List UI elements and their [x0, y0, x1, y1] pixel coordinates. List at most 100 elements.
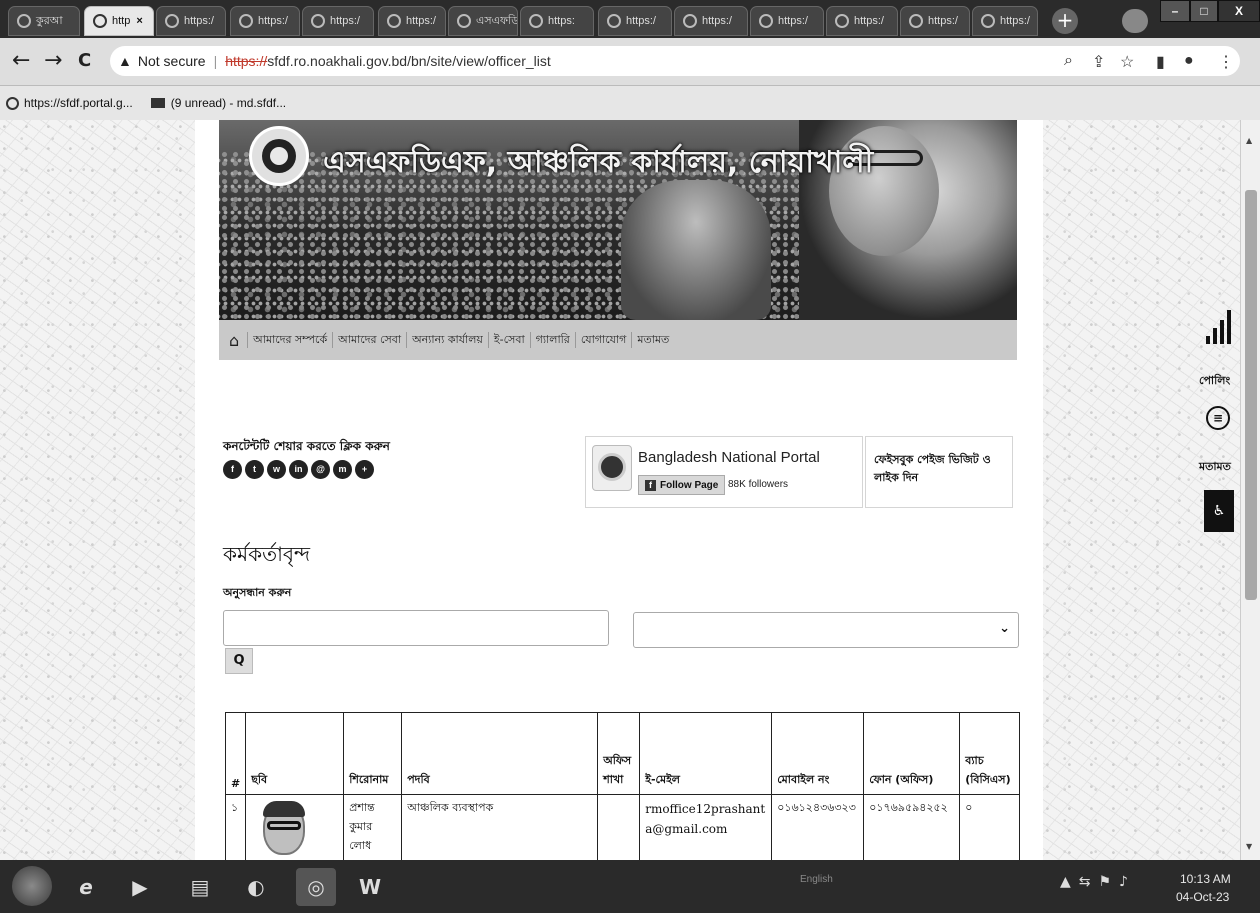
browser-tab[interactable]: এসএফডি	[448, 6, 518, 36]
portal-name-link[interactable]: Bangladesh National Portal	[638, 449, 820, 466]
feedback-icon[interactable]: ≡	[1206, 406, 1230, 430]
twitter-share-icon[interactable]: t	[245, 460, 264, 479]
browser-tab[interactable]: https:/	[826, 6, 898, 36]
officer-photo[interactable]	[251, 799, 317, 860]
poll-label[interactable]: পোলিং	[1199, 372, 1230, 391]
word-icon[interactable]: W	[350, 868, 390, 906]
facebook-share-icon[interactable]: f	[223, 460, 242, 479]
nav-other-offices[interactable]: অন্যান্য কার্যালয়	[406, 332, 488, 348]
browser-tab[interactable]: https:/	[750, 6, 824, 36]
messenger-share-icon[interactable]: m	[333, 460, 352, 479]
tab-label: কুরআ	[36, 14, 63, 27]
new-tab-button[interactable]: +	[1052, 8, 1078, 34]
nav-feedback[interactable]: মতামত	[631, 332, 674, 348]
col-header-mobile: মোবাইল নং	[771, 712, 865, 795]
bookmark-portal[interactable]: https://sfdf.portal.g...	[6, 96, 133, 110]
scroll-down-arrow-icon[interactable]: ▼	[1246, 842, 1252, 851]
search-input[interactable]	[223, 610, 609, 646]
share-page-icon[interactable]: ⇪	[1092, 52, 1105, 72]
nav-about[interactable]: আমাদের সম্পর্কে	[247, 332, 332, 348]
clock-date[interactable]: 04-Oct-23	[1176, 890, 1229, 904]
whatsapp-share-icon[interactable]: w	[267, 460, 286, 479]
chevron-down-icon: ⌄	[999, 621, 1010, 636]
bookmark-mail[interactable]: (9 unread) - md.sfdf...	[150, 96, 287, 110]
portal-logo[interactable]	[592, 445, 632, 491]
search-button[interactable]: Q	[225, 648, 253, 674]
windows-taskbar: e ▶ ▤ ◐ ◎ W English ▲⇆⚑♪ 10:13 AM 04-Oct…	[0, 860, 1260, 913]
poll-chart-icon[interactable]	[1206, 310, 1234, 344]
tab-close-icon[interactable]: ×	[136, 15, 142, 27]
start-button[interactable]	[12, 866, 52, 906]
browser-tab[interactable]: https:/	[674, 6, 748, 36]
facebook-icon: f	[645, 479, 656, 491]
nav-e-services[interactable]: ই-সেবা	[487, 332, 530, 348]
browser-tab[interactable]: কুরআ	[8, 6, 80, 36]
forward-button[interactable]: →	[44, 50, 62, 72]
profile-button[interactable]	[1122, 9, 1148, 33]
more-share-icon[interactable]: +	[355, 460, 374, 479]
browser-tab[interactable]: http ×	[84, 6, 154, 36]
browser-tab[interactable]: https:/	[378, 6, 446, 36]
page-scrollbar[interactable]: ▲ ▼	[1240, 120, 1260, 860]
filter-select[interactable]: ⌄	[633, 612, 1019, 648]
email-link[interactable]: rmoffice12prashanta@gmail.com	[645, 799, 765, 839]
tab-favicon-icon	[239, 14, 253, 28]
sidebar-icon[interactable]: ▮	[1156, 52, 1165, 72]
maximize-button[interactable]: □	[1190, 0, 1218, 22]
tab-favicon-icon	[981, 14, 995, 28]
cell-index: ১	[224, 794, 247, 860]
tab-favicon-icon	[759, 14, 773, 28]
tab-label: https:/	[1000, 15, 1030, 27]
reload-button[interactable]: C	[78, 50, 91, 72]
tab-favicon-icon	[93, 14, 107, 28]
chrome-taskbar-icon[interactable]: ◎	[296, 868, 336, 906]
col-header-name: শিরোনাম	[343, 712, 403, 795]
browser-tab[interactable]: https:/	[598, 6, 672, 36]
browser-tab[interactable]: https:/	[972, 6, 1038, 36]
browser-tab[interactable]: https:/	[230, 6, 300, 36]
browser-tab[interactable]: https:/	[156, 6, 226, 36]
feedback-label[interactable]: মতামত	[1199, 458, 1231, 477]
nav-services[interactable]: আমাদের সেবা	[332, 332, 406, 348]
page-title: কর্মকর্তাবৃন্দ	[223, 542, 311, 566]
follow-page-button[interactable]: f Follow Page	[638, 475, 726, 495]
zoom-icon[interactable]: ⌕	[1064, 52, 1073, 70]
minimize-button[interactable]: –	[1160, 0, 1190, 22]
scroll-thumb[interactable]	[1245, 190, 1257, 600]
linkedin-share-icon[interactable]: in	[289, 460, 308, 479]
file-explorer-icon[interactable]: ▤	[180, 868, 220, 906]
profile-avatar-icon[interactable]: ●	[1184, 52, 1194, 70]
tray-icons[interactable]: ▲⇆⚑♪	[1060, 874, 1136, 890]
government-emblem-logo[interactable]	[249, 126, 309, 186]
follow-label: Follow Page	[660, 479, 719, 491]
facebook-visit-text: ফেইসবুক পেইজ ভিজিট ও লাইক দিন	[865, 436, 1013, 508]
nav-gallery[interactable]: গ্যালারি	[529, 332, 575, 348]
home-icon[interactable]: ⌂	[229, 331, 239, 350]
share-icons-row: f t w in @ m +	[223, 460, 374, 479]
cell-mobile: ০১৬১২৪৩৬৩২৩	[771, 794, 865, 860]
browser-tab[interactable]: https:	[520, 6, 594, 36]
tab-label: http	[112, 15, 131, 27]
clock-time[interactable]: 10:13 AM	[1180, 872, 1231, 886]
email-share-icon[interactable]: @	[311, 460, 330, 479]
internet-explorer-icon[interactable]: e	[66, 868, 106, 906]
scroll-up-arrow-icon[interactable]: ▲	[1246, 136, 1252, 145]
media-player-icon[interactable]: ▶	[120, 868, 160, 906]
address-bar[interactable]: ▲ Not secure | https:// sfdf.ro.noakhali…	[110, 46, 1240, 76]
table-row: ১ প্রশান্ত কুমার লোধ আঞ্চলিক ব্যবস্থাপক …	[224, 794, 1021, 860]
nav-contact[interactable]: যোগাযোগ	[574, 332, 632, 348]
bookmark-label: (9 unread) - md.sfdf...	[170, 96, 287, 110]
browser-tab[interactable]: https:/	[900, 6, 970, 36]
firefox-icon[interactable]: ◐	[236, 868, 276, 906]
accessibility-icon[interactable]: ♿	[1204, 490, 1234, 532]
close-window-button[interactable]: X	[1218, 0, 1260, 22]
tab-favicon-icon	[17, 14, 31, 28]
browser-tab[interactable]: https:/	[302, 6, 374, 36]
back-button[interactable]: ←	[12, 50, 30, 72]
system-tray-language[interactable]: English	[800, 874, 1050, 898]
bookmark-star-icon[interactable]: ☆	[1120, 52, 1134, 72]
cell-photo	[245, 794, 345, 860]
bookmarks-bar: https://sfdf.portal.g... (9 unread) - md…	[0, 86, 1260, 120]
menu-kebab-icon[interactable]: ⋮	[1218, 52, 1234, 72]
tab-label: https:/	[854, 15, 884, 27]
